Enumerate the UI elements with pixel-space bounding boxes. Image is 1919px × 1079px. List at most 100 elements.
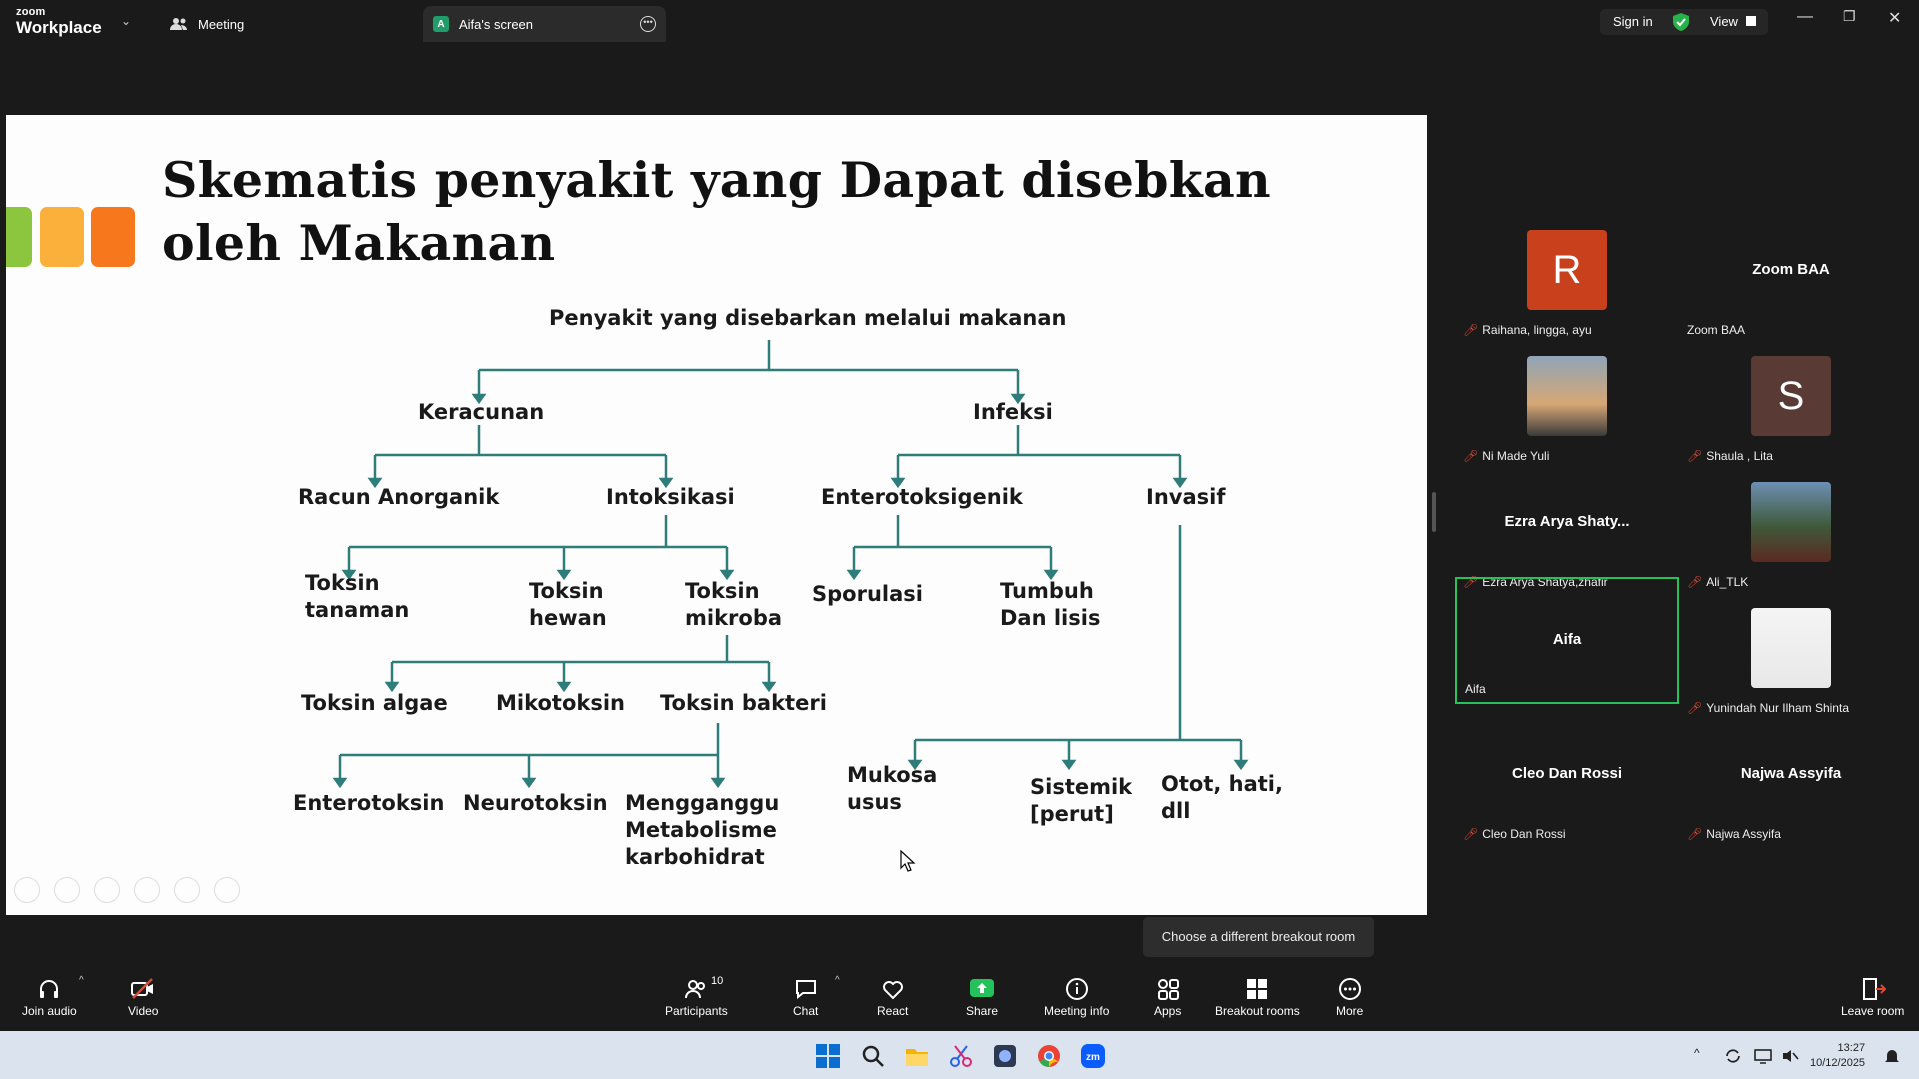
windows-taskbar: zm ^ 13:27 10/12/2025 — [0, 1031, 1919, 1079]
node-line: Mukosa — [847, 763, 938, 787]
mic-muted-icon: 🎤︎ — [1687, 575, 1703, 589]
node-line: karbohidrat — [625, 845, 765, 869]
mouse-cursor-icon — [900, 850, 916, 872]
close-icon[interactable]: ✕ — [1888, 8, 1901, 28]
join-audio-button[interactable]: Join audio — [22, 977, 77, 1018]
participant-center-name: Aifa — [1552, 631, 1582, 648]
participant-tile[interactable]: Najwa Assyifa 🎤︎ Najwa Assyifa — [1679, 721, 1903, 847]
zoom-workplace-logo[interactable]: zoom Workplace — [16, 7, 102, 37]
node-line: Metabolisme — [625, 818, 777, 842]
node-enterotoksin: Enterotoksin — [293, 791, 445, 815]
participant-tile[interactable]: 🎤︎ Ali_TLK — [1679, 469, 1903, 595]
node-line: Sistemik — [1030, 775, 1133, 799]
more-button[interactable]: More — [1336, 977, 1363, 1018]
people-icon — [170, 18, 187, 30]
search-icon[interactable] — [860, 1043, 886, 1069]
system-clock[interactable]: 13:27 10/12/2025 — [1810, 1041, 1865, 1071]
breakout-tooltip: Choose a different breakout room — [1143, 917, 1374, 957]
zoom-icon[interactable] — [174, 877, 200, 903]
chat-button[interactable]: Chat — [793, 977, 818, 1018]
view-button[interactable]: View — [1710, 14, 1738, 29]
leave-door-icon — [1862, 978, 1886, 1000]
node-line: dll — [1161, 799, 1191, 823]
tab-shared-screen[interactable]: A Aifa's screen ••• — [423, 6, 666, 42]
menu-icon[interactable] — [214, 877, 240, 903]
windows-start-icon[interactable] — [815, 1043, 841, 1069]
chevron-down-icon[interactable]: ⌄ — [121, 14, 131, 28]
participant-name: 🎤︎ Najwa Assyifa — [1687, 827, 1781, 841]
slide-controls — [14, 877, 240, 903]
avatar: R — [1527, 230, 1607, 310]
node-line: Dan lisis — [1000, 606, 1101, 630]
headphones-icon — [40, 980, 59, 998]
volume-muted-icon[interactable] — [1781, 1047, 1799, 1065]
notification-bell-icon[interactable] — [1883, 1047, 1901, 1065]
chat-options-caret[interactable]: ^ — [835, 975, 840, 986]
restore-icon[interactable]: ❐ — [1843, 8, 1856, 25]
leave-room-label: Leave room — [1841, 1004, 1905, 1018]
node-mengganggu-metabolisme: Mengganggu Metabolisme karbohidrat — [625, 790, 779, 871]
participant-tile[interactable]: 🎤︎ Ni Made Yuli — [1455, 343, 1679, 469]
mic-muted-icon: 🎤︎ — [1687, 449, 1703, 463]
node-keracunan: Keracunan — [418, 400, 545, 424]
video-button[interactable]: Video — [128, 977, 158, 1018]
pen-icon[interactable] — [94, 877, 120, 903]
zoom-app-icon[interactable]: zm — [1080, 1043, 1106, 1069]
signin-button[interactable]: Sign in — [1613, 14, 1653, 29]
apps-icon — [1157, 979, 1179, 1000]
tab-meeting-label: Meeting — [198, 16, 245, 32]
clock-time: 13:27 — [1837, 1042, 1866, 1054]
more-options-icon[interactable]: ••• — [640, 16, 656, 32]
node-sistemik: Sistemik [perut] — [1030, 774, 1132, 828]
participant-tile[interactable]: Zoom BAA Zoom BAA — [1679, 217, 1903, 343]
file-explorer-icon[interactable] — [904, 1043, 930, 1069]
apps-button[interactable]: Apps — [1154, 977, 1181, 1018]
logo-line2: Workplace — [16, 18, 102, 37]
participant-tile[interactable]: R 🎤︎ Raihana, lingga, ayu — [1455, 217, 1679, 343]
tab-meeting[interactable]: Meeting — [170, 6, 420, 42]
apps-label: Apps — [1154, 1004, 1182, 1018]
share-button[interactable]: Share — [966, 977, 998, 1018]
react-button[interactable]: React — [877, 977, 908, 1018]
mic-muted-icon: 🎤︎ — [1463, 827, 1479, 841]
video-off-icon — [131, 978, 154, 999]
node-sporulasi: Sporulasi — [812, 582, 923, 606]
snipping-tool-icon[interactable] — [948, 1043, 974, 1069]
prev-slide-icon[interactable] — [14, 877, 40, 903]
node-line: Otot, hati, — [1161, 772, 1283, 796]
participant-name: 🎤︎ Raihana, lingga, ayu — [1463, 323, 1592, 337]
node-line: mikroba — [685, 606, 783, 630]
participant-tile-active[interactable]: Aifa Aifa — [1455, 577, 1679, 704]
info-icon — [1065, 978, 1088, 1000]
chat-icon — [795, 980, 816, 1000]
participant-photo — [1527, 356, 1607, 436]
node-neurotoksin: Neurotoksin — [463, 791, 608, 815]
next-slide-icon[interactable] — [54, 877, 80, 903]
leave-room-button[interactable]: Leave room — [1841, 977, 1904, 1018]
mic-muted-icon: 🎤︎ — [1687, 827, 1703, 841]
meeting-info-button[interactable]: Meeting info — [1044, 977, 1109, 1018]
node-line: Toksin — [529, 579, 604, 603]
node-infeksi: Infeksi — [973, 400, 1053, 424]
participant-tile[interactable]: 🎤︎ Yunindah Nur Ilham Shinta — [1679, 595, 1903, 721]
participant-name: 🎤︎ Yunindah Nur Ilham Shinta — [1687, 701, 1849, 715]
chrome-icon[interactable] — [1036, 1043, 1062, 1069]
breakout-rooms-button[interactable]: Breakout rooms — [1215, 977, 1300, 1018]
participant-tile[interactable]: S 🎤︎ Shaula , Lita — [1679, 343, 1903, 469]
participant-name: 🎤︎ Cleo Dan Rossi — [1463, 827, 1566, 841]
minimize-icon[interactable]: — — [1797, 8, 1813, 26]
panel-splitter[interactable] — [1432, 492, 1436, 532]
node-line: usus — [847, 790, 902, 814]
tray-chevron-icon[interactable]: ^ — [1694, 1046, 1700, 1060]
participant-center-name: Ezra Arya Shaty... — [1504, 513, 1630, 530]
react-label: React — [877, 1004, 909, 1018]
shield-check-icon[interactable] — [1673, 13, 1689, 31]
participants-label: Participants — [665, 1004, 728, 1018]
slides-icon[interactable] — [134, 877, 160, 903]
audio-options-caret[interactable]: ^ — [79, 975, 84, 986]
sync-icon[interactable] — [1724, 1047, 1742, 1065]
network-icon[interactable] — [1754, 1047, 1772, 1065]
participant-photo — [1751, 608, 1831, 688]
camera-app-icon[interactable] — [992, 1043, 1018, 1069]
participant-tile[interactable]: Cleo Dan Rossi 🎤︎ Cleo Dan Rossi — [1455, 721, 1679, 847]
